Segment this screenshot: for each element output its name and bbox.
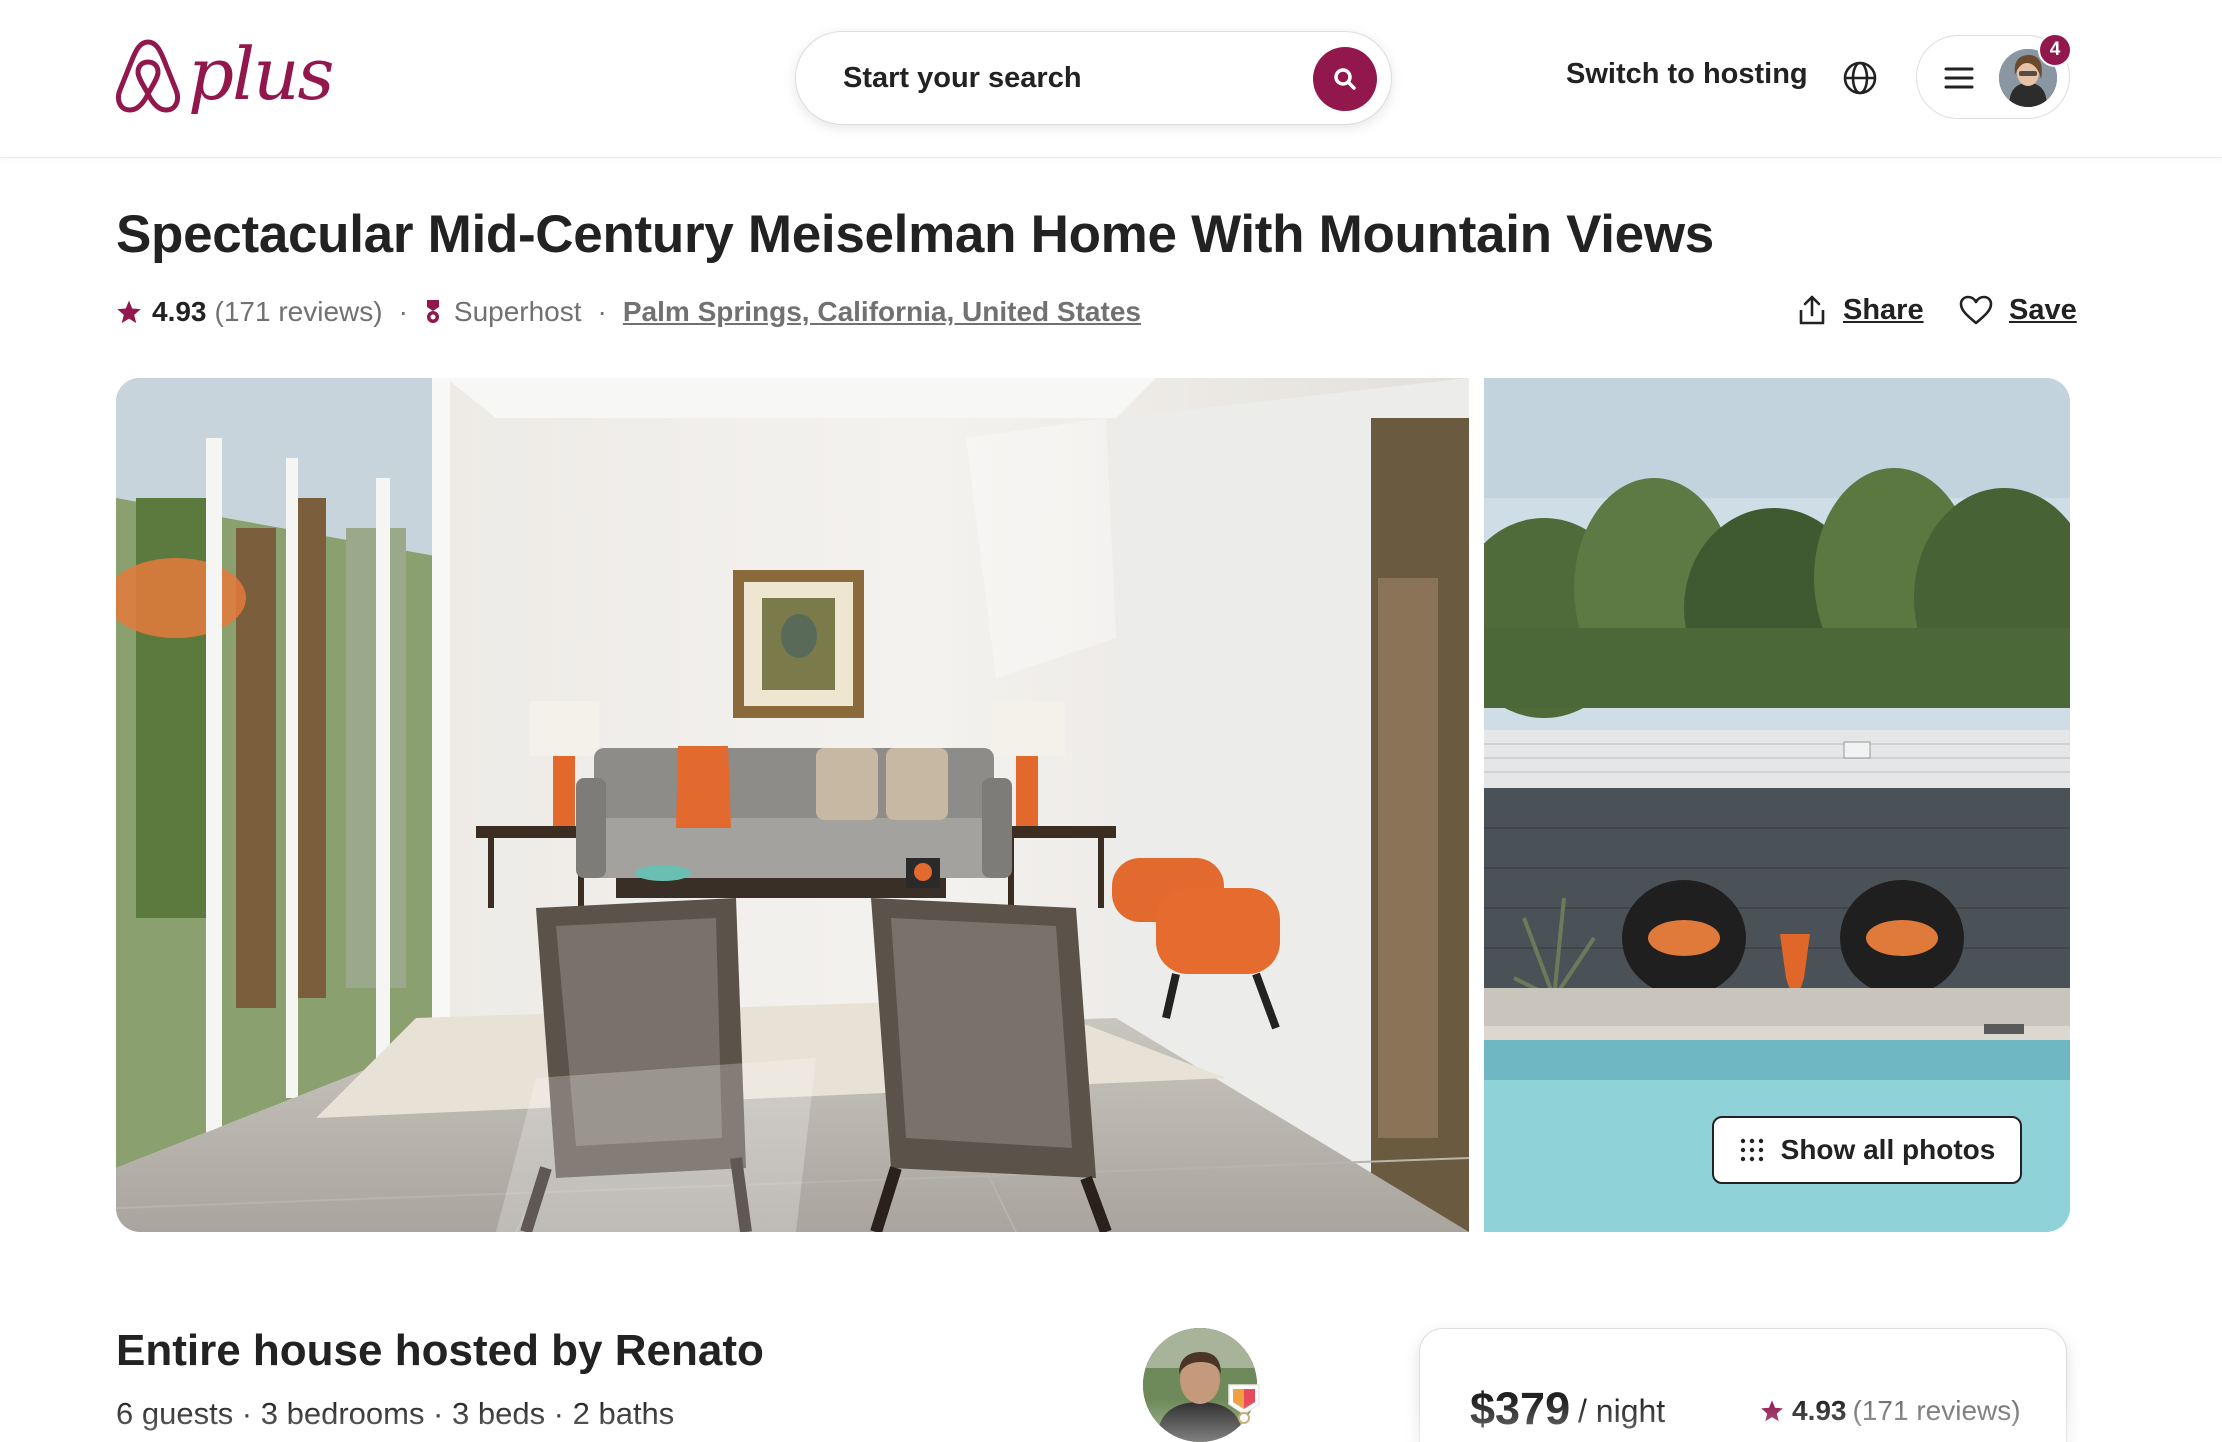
nightly-price: $379 — [1470, 1383, 1571, 1434]
card-reviews-count[interactable]: (171 reviews) — [1853, 1395, 2021, 1427]
share-label: Share — [1843, 293, 1924, 326]
photo-grid-icon — [1740, 1138, 1763, 1162]
main-photo[interactable] — [116, 378, 1469, 1232]
separator: · — [597, 296, 607, 327]
show-all-photos-label: Show all photos — [1780, 1134, 1996, 1165]
host-badge-icon — [1228, 1384, 1260, 1424]
superhost-icon — [426, 300, 439, 323]
reviews-count[interactable]: (171 reviews) — [215, 296, 383, 328]
switch-to-hosting-link[interactable]: Switch to hosting — [1566, 58, 1808, 91]
superhost-label: Superhost — [453, 296, 582, 327]
notification-badge: 4 — [2038, 33, 2072, 67]
top-header: plus Start your search Switch to hosting — [0, 0, 2222, 158]
share-button[interactable]: Share — [1797, 290, 1924, 330]
show-all-photos-button[interactable]: Show all photos — [1712, 1116, 2022, 1184]
save-label: Save — [2009, 293, 2077, 326]
host-heading: Entire house hosted by Renato — [116, 1326, 764, 1375]
language-button[interactable] — [1842, 60, 1878, 96]
card-rating: 4.93 (171 reviews) — [1760, 1395, 2021, 1427]
search-button[interactable] — [1313, 47, 1377, 111]
star-icon — [117, 300, 141, 324]
listing-meta: 4.93 (171 reviews) · Superhost · Palm Sp… — [116, 292, 1141, 332]
logo-text: plus — [188, 32, 334, 116]
separator: · — [398, 296, 408, 327]
hamburger-icon — [1944, 67, 1974, 89]
listing-details: 6 guests · 3 bedrooms · 3 beds · 2 baths — [116, 1396, 675, 1431]
save-button[interactable]: Save — [1959, 290, 2077, 330]
listing-title: Spectacular Mid-Century Meiselman Home W… — [116, 205, 1714, 264]
heart-icon — [1959, 295, 1993, 325]
star-icon — [1761, 1400, 1783, 1422]
location-link[interactable]: Palm Springs, California, United States — [623, 296, 1141, 328]
booking-card: $379 / night 4.93 (171 reviews) — [1419, 1328, 2067, 1442]
search-icon — [1334, 68, 1356, 90]
card-rating-value: 4.93 — [1792, 1395, 1847, 1426]
share-icon — [1799, 295, 1825, 325]
search-label: Start your search — [843, 62, 1082, 94]
search-bar[interactable]: Start your search — [795, 31, 1392, 125]
secondary-photo[interactable] — [1484, 378, 2070, 1232]
airbnb-plus-logo[interactable]: plus — [114, 28, 334, 124]
globe-icon — [1843, 61, 1877, 95]
per-night-label: / night — [1578, 1393, 1666, 1429]
rating-value: 4.93 — [152, 296, 207, 327]
